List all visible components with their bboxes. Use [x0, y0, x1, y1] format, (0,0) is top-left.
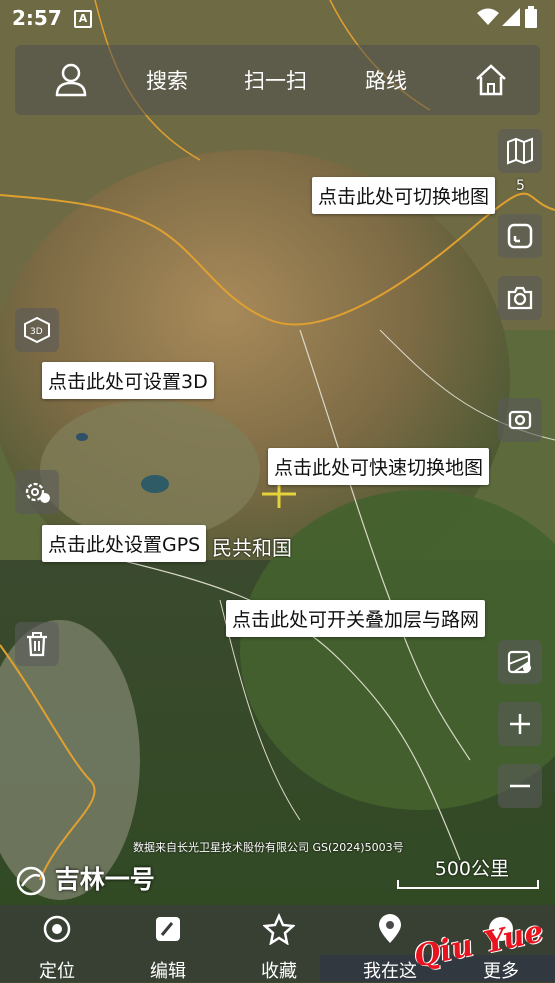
logo-text: 吉林一号 — [54, 865, 155, 894]
map-pin-grid-icon — [507, 650, 531, 674]
tip-set-3d: 点击此处可设置3D — [42, 362, 214, 399]
scale-ruler — [397, 880, 539, 889]
user-icon[interactable] — [55, 63, 87, 97]
tip-set-gps: 点击此处设置GPS — [42, 525, 207, 562]
nav-edit[interactable]: 编辑 — [128, 905, 208, 982]
route-button[interactable]: 路线 — [365, 65, 407, 95]
app-logo: 吉林一号 — [16, 860, 155, 896]
watermark-word-2: Yue — [481, 914, 547, 961]
star-icon — [263, 913, 295, 945]
frame-icon — [507, 223, 533, 249]
trash-icon — [27, 632, 47, 657]
watermark-word-1: Qiu — [411, 928, 477, 975]
minus-icon — [510, 784, 530, 788]
map-attribution: 数据来自长光卫星技术股份有限公司 GS(2024)5003号 — [133, 841, 404, 854]
svg-text:3D: 3D — [30, 327, 43, 337]
scale-label: 500公里 — [434, 858, 509, 880]
camera-icon — [507, 286, 533, 310]
top-toolbar: 搜索 扫一扫 路线 — [15, 45, 540, 115]
edit-icon — [156, 917, 180, 941]
scan-button[interactable]: 扫一扫 — [244, 65, 307, 95]
3d-button[interactable]: 3D — [15, 308, 59, 352]
rotate-camera-icon — [508, 410, 532, 430]
map-switch-badge: 5 — [516, 178, 525, 194]
country-label: 民共和国 — [212, 536, 292, 560]
tip-quick-switch: 点击此处可快速切换地图 — [268, 448, 490, 485]
satellite-map[interactable] — [0, 0, 555, 982]
signal-icon — [502, 8, 520, 26]
notification-icon: A — [74, 10, 92, 28]
zoom-in-button[interactable] — [498, 702, 542, 746]
screenshot-button[interactable] — [498, 276, 542, 320]
cube-3d-icon: 3D — [24, 316, 50, 344]
map-layers-icon — [507, 137, 533, 165]
nav-locate-label: 定位 — [39, 961, 75, 982]
gps-settings-button[interactable] — [15, 470, 59, 514]
battery-icon — [525, 6, 537, 28]
nav-favorites-label: 收藏 — [261, 961, 297, 982]
nav-locate[interactable]: 定位 — [17, 905, 97, 982]
status-bar: 2:57 A — [0, 0, 555, 36]
nav-edit-label: 编辑 — [150, 961, 186, 982]
delete-button[interactable] — [15, 622, 59, 666]
search-button[interactable]: 搜索 — [146, 65, 188, 95]
location-pin-icon — [379, 914, 401, 943]
locate-icon — [43, 915, 71, 943]
jilin-logo-icon — [16, 866, 46, 896]
wifi-icon — [477, 8, 499, 25]
nav-favorites[interactable]: 收藏 — [239, 905, 319, 982]
quick-switch-button[interactable] — [498, 398, 542, 442]
status-time: 2:57 — [12, 6, 62, 30]
plus-icon — [510, 714, 530, 734]
tip-switch-map: 点击此处可切换地图 — [312, 177, 496, 214]
overlay-toggle-button[interactable] — [498, 640, 542, 684]
scale-bar: 500公里 — [397, 854, 539, 890]
map-switch-button[interactable] — [498, 129, 542, 173]
home-icon[interactable] — [474, 63, 508, 97]
watermark: Qiu Yue — [408, 912, 555, 982]
tip-overlay-toggle: 点击此处可开关叠加层与路网 — [226, 600, 486, 637]
zoom-out-button[interactable] — [498, 764, 542, 808]
fullscreen-button[interactable] — [498, 214, 542, 258]
gear-location-icon — [25, 482, 50, 503]
